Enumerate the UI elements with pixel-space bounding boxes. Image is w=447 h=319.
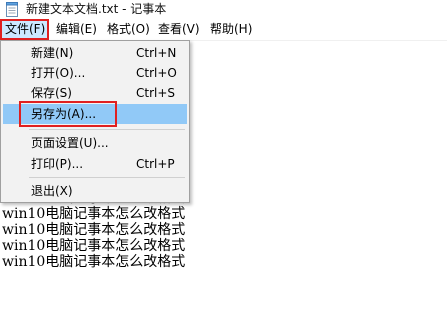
title-bar[interactable]: 新建文本文档.txt - 记事本 (0, 0, 447, 19)
document-line: win10电脑记事本怎么改格式 (2, 254, 186, 270)
menu-format[interactable]: 格式(O) (104, 21, 153, 38)
notepad-icon (6, 2, 18, 17)
menu-item-label: 新建(N) (31, 46, 74, 60)
menu-item-label: 打印(P)... (31, 157, 84, 171)
menu-file[interactable]: 文件(F) (0, 19, 49, 40)
menu-item-exit[interactable]: 退出(X) (3, 181, 187, 201)
menu-item-label: 打开(O)... (31, 66, 86, 80)
menu-item-new[interactable]: 新建(N) Ctrl+N (3, 43, 187, 63)
menu-item-print[interactable]: 打印(P)... Ctrl+P (3, 154, 187, 174)
menu-edit[interactable]: 编辑(E) (53, 21, 100, 38)
menu-item-page-setup[interactable]: 页面设置(U)... (3, 133, 187, 153)
menu-view[interactable]: 查看(V) (155, 21, 203, 38)
menu-item-shortcut: Ctrl+P (136, 157, 175, 171)
menu-item-shortcut: Ctrl+O (136, 66, 177, 80)
menu-bar: 文件(F) 编辑(E) 格式(O) 查看(V) 帮助(H) (0, 19, 447, 41)
document-line: win10电脑记事本怎么改格式 (2, 238, 186, 254)
menu-item-save[interactable]: 保存(S) Ctrl+S (3, 83, 187, 103)
menu-item-label: 页面设置(U)... (31, 136, 109, 150)
menu-item-shortcut: Ctrl+N (136, 46, 177, 60)
menu-help[interactable]: 帮助(H) (207, 21, 255, 38)
menu-item-save-as[interactable]: 另存为(A)... (3, 104, 187, 124)
menu-separator (29, 129, 185, 130)
document-line: win10电脑记事本怎么改格式 (2, 206, 186, 222)
file-menu-dropdown: 新建(N) Ctrl+N 打开(O)... Ctrl+O 保存(S) Ctrl+… (0, 40, 190, 203)
menu-item-label: 退出(X) (31, 184, 73, 198)
window-title: 新建文本文档.txt - 记事本 (26, 2, 167, 16)
document-line: win10电脑记事本怎么改格式 (2, 222, 186, 238)
menu-separator (29, 177, 185, 178)
menu-item-shortcut: Ctrl+S (136, 86, 176, 100)
notepad-window: 新建文本文档.txt - 记事本 文件(F) 编辑(E) 格式(O) 查看(V)… (0, 0, 447, 319)
menu-item-label: 保存(S) (31, 86, 72, 100)
menu-item-open[interactable]: 打开(O)... Ctrl+O (3, 63, 187, 83)
menu-item-label: 另存为(A)... (31, 107, 97, 121)
